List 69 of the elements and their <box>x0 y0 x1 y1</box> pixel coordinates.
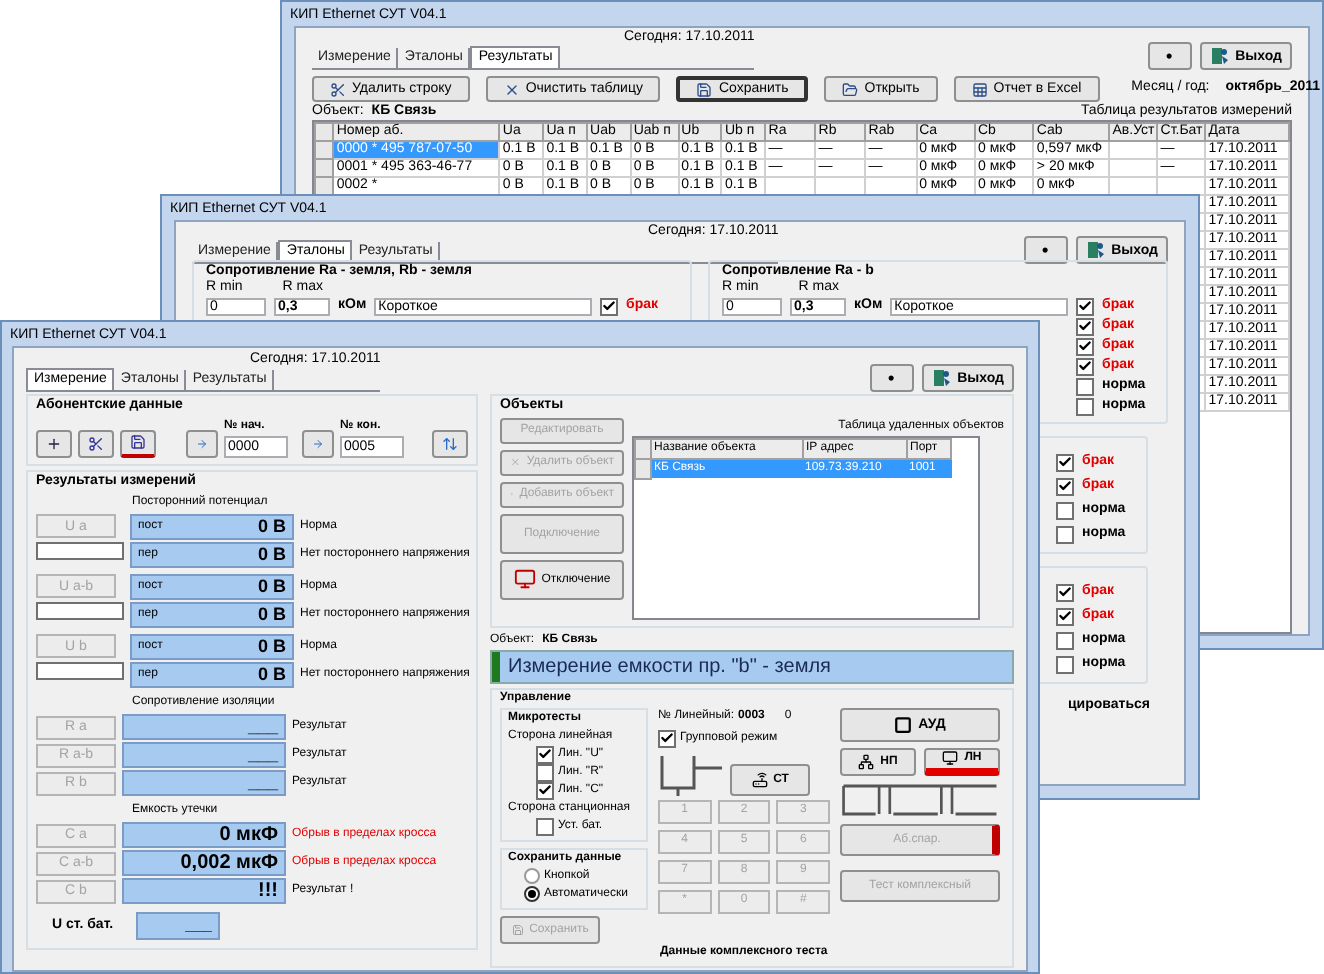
readout-value: ___ <box>185 914 212 938</box>
checkbox[interactable] <box>658 729 676 747</box>
readout-value: ___ <box>247 713 278 740</box>
checkbox[interactable] <box>1076 337 1094 355</box>
device-icon <box>942 750 959 766</box>
device-icon <box>751 771 768 787</box>
save-button[interactable] <box>120 429 156 457</box>
checkbox[interactable] <box>1056 583 1074 601</box>
toolbar-icon <box>330 81 346 97</box>
arrow-button[interactable] <box>302 429 334 457</box>
indicator-field <box>36 542 124 560</box>
dot-button[interactable]: • <box>869 364 914 392</box>
indicator-field <box>36 662 124 680</box>
line-diagram <box>658 751 726 795</box>
checkbox[interactable] <box>536 745 554 763</box>
swap-button[interactable] <box>432 429 468 457</box>
banner-text: Измерение емкости пр. "b" - земля <box>508 653 831 681</box>
network-icon <box>513 568 536 590</box>
checkbox[interactable] <box>1056 525 1074 543</box>
dot-button[interactable]: • <box>1023 236 1068 264</box>
checkbox[interactable] <box>1076 317 1094 335</box>
checkbox[interactable] <box>1076 297 1094 315</box>
checkbox[interactable] <box>1076 377 1094 395</box>
exit-icon <box>931 368 952 388</box>
checkbox[interactable] <box>1076 357 1094 375</box>
exit-icon <box>1209 46 1230 66</box>
toolbar-icon <box>842 81 859 97</box>
readout-value: !!! <box>258 878 278 906</box>
save-icon <box>130 434 146 450</box>
checkbox[interactable] <box>536 817 554 835</box>
checkbox[interactable] <box>1056 501 1074 519</box>
save-icon <box>511 923 524 935</box>
dot-button[interactable]: • <box>1147 42 1192 70</box>
indicator-field <box>36 602 124 620</box>
checkbox[interactable] <box>1056 631 1074 649</box>
device-icon <box>858 753 875 769</box>
swap-icon <box>442 435 458 451</box>
square-icon <box>894 715 913 733</box>
checkbox[interactable] <box>600 297 618 315</box>
arrow-icon <box>196 435 208 451</box>
checkbox[interactable] <box>1056 607 1074 625</box>
readout-value: ___ <box>247 741 278 768</box>
arrow-icon <box>312 435 324 451</box>
plus-icon <box>46 435 62 451</box>
radio-button[interactable] <box>524 886 540 902</box>
cut-button[interactable] <box>78 429 114 457</box>
toolbar-icon <box>971 81 988 97</box>
readout-value: ___ <box>247 769 278 796</box>
exit-icon <box>1085 240 1106 260</box>
checkbox[interactable] <box>1056 477 1074 495</box>
readout-value: 0 В <box>257 541 286 568</box>
toolbar-icon <box>696 81 713 97</box>
toolbar-icon <box>503 81 520 97</box>
arrow-button[interactable] <box>186 429 218 457</box>
object-icon <box>510 456 521 468</box>
status-led <box>492 651 500 681</box>
readout-value: 0 В <box>257 513 286 540</box>
readout-value: 0 В <box>257 633 286 660</box>
scissors-icon <box>88 435 104 451</box>
checkbox[interactable] <box>1056 453 1074 471</box>
readout-value: 0 мкФ <box>219 822 278 850</box>
checkbox[interactable] <box>1056 655 1074 673</box>
add-button[interactable] <box>36 429 72 457</box>
readout-value: 0,002 мкФ <box>180 850 278 878</box>
readout-value: 0 В <box>257 573 286 600</box>
readout-value: 0 В <box>257 601 286 628</box>
checkbox[interactable] <box>1076 397 1094 415</box>
radio-button[interactable] <box>524 868 540 884</box>
readout-value: 0 В <box>257 661 286 688</box>
